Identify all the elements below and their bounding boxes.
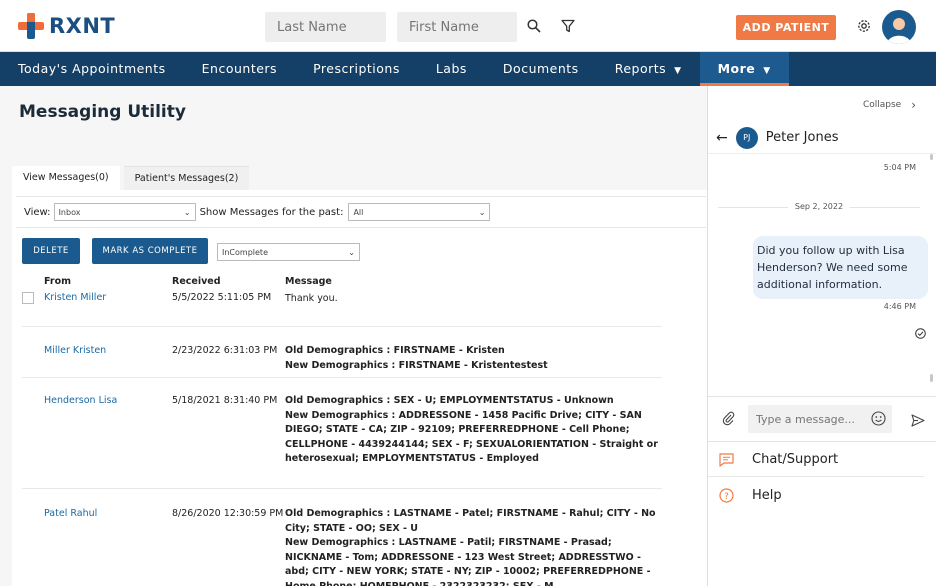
- tab-patients-messages[interactable]: Patient's Messages(2): [123, 166, 250, 190]
- emoji-icon[interactable]: [871, 411, 886, 430]
- back-arrow-icon[interactable]: ←: [716, 130, 728, 146]
- message-composer: [708, 396, 936, 442]
- chat-scrollbar[interactable]: [930, 154, 933, 160]
- chevron-right-icon: ›: [911, 98, 916, 112]
- nav-encounters[interactable]: Encounters: [184, 52, 295, 86]
- bubble-time: 4:46 PM: [883, 302, 916, 311]
- help-label: Help: [752, 487, 782, 503]
- row-message: Old Demographics : SEX - U; EMPLOYMENTST…: [285, 395, 658, 464]
- row-message: Old Demographics : LASTNAME - Patel; FIR…: [285, 508, 656, 586]
- row-received: 5/18/2021 8:31:40 PM: [172, 395, 278, 406]
- nav-label: Encounters: [201, 61, 278, 76]
- chat-scrollbar-bottom[interactable]: [930, 374, 933, 382]
- logo-cross-icon: [18, 13, 44, 39]
- nav-label: Documents: [502, 61, 579, 76]
- nav-prescriptions[interactable]: Prescriptions: [295, 52, 418, 86]
- contact-name: Peter Jones: [765, 130, 839, 145]
- add-patient-button[interactable]: ADD PATIENT: [736, 15, 836, 40]
- col-from: From: [44, 276, 71, 287]
- nav-labs[interactable]: Labs: [418, 52, 485, 86]
- app-header: RXNT ADD PATIENT: [0, 0, 936, 52]
- user-avatar[interactable]: [882, 10, 916, 44]
- tab-view-messages[interactable]: View Messages(0): [12, 166, 120, 190]
- chat-support-link[interactable]: Chat/Support: [708, 443, 924, 477]
- nav-reports[interactable]: Reports ▼: [597, 52, 700, 86]
- chevron-down-icon: ▼: [674, 66, 682, 76]
- help-link[interactable]: ? Help: [708, 478, 936, 512]
- svg-text:?: ?: [724, 492, 729, 502]
- row-message: Old Demographics : FIRSTNAME - Kristen N…: [285, 345, 548, 371]
- collapse-button[interactable]: Collapse ›: [863, 98, 916, 112]
- first-name-input[interactable]: [397, 12, 517, 42]
- gear-icon[interactable]: [853, 15, 875, 37]
- view-select-value: Inbox: [58, 207, 81, 217]
- filter-row: View: Inbox ⌄ Show Messages for the past…: [16, 196, 706, 228]
- chevron-down-icon: ▼: [763, 66, 771, 76]
- row-received: 5/5/2022 5:11:05 PM: [172, 292, 272, 303]
- chevron-down-icon: ⌄: [183, 207, 191, 217]
- row-from[interactable]: Patel Rahul: [44, 508, 97, 519]
- row-received: 2/23/2022 6:31:03 PM: [172, 345, 278, 356]
- chat-support-label: Chat/Support: [752, 452, 839, 467]
- chevron-down-icon: ⌄: [348, 247, 355, 257]
- filter-icon[interactable]: [557, 15, 579, 37]
- paperclip-icon[interactable]: [722, 411, 735, 430]
- row-from[interactable]: Miller Kristen: [44, 345, 106, 356]
- date-separator: Sep 2, 2022: [708, 202, 930, 211]
- help-icon: ?: [718, 487, 734, 503]
- status-select-value: InComplete: [222, 247, 268, 257]
- row-from[interactable]: Kristen Miller: [44, 292, 106, 303]
- nav-todays-appointments[interactable]: Today's Appointments: [0, 52, 184, 86]
- view-select[interactable]: Inbox ⌄: [53, 203, 196, 221]
- table-row[interactable]: Kristen Miller 5/5/2022 5:11:05 PM Thank…: [22, 290, 662, 327]
- collapse-label: Collapse: [862, 100, 902, 110]
- row-from[interactable]: Henderson Lisa: [44, 395, 117, 406]
- table-row[interactable]: Henderson Lisa 5/18/2021 8:31:40 PM Old …: [22, 378, 662, 489]
- chat-panel: Collapse › ← PJ Peter Jones 5:04 PM Sep …: [707, 86, 936, 586]
- show-messages-label: Show Messages for the past:: [199, 206, 344, 218]
- date-separator-label: Sep 2, 2022: [794, 202, 844, 211]
- logo-text: RXNT: [49, 14, 116, 38]
- read-check-icon: [915, 324, 926, 343]
- col-received: Received: [172, 276, 221, 287]
- main-content: Messaging Utility View Messages(0) Patie…: [0, 86, 707, 586]
- send-icon[interactable]: [911, 412, 925, 431]
- message-time: 5:04 PM: [883, 163, 916, 172]
- delete-button[interactable]: DELETE: [22, 238, 80, 264]
- view-label: View:: [24, 206, 51, 218]
- chat-header: ← PJ Peter Jones: [708, 122, 936, 154]
- rxnt-logo[interactable]: RXNT: [18, 13, 115, 39]
- nav-documents[interactable]: Documents: [485, 52, 597, 86]
- nav-label: Labs: [435, 61, 467, 76]
- search-icon[interactable]: [523, 15, 545, 37]
- nav-label: More: [717, 61, 756, 76]
- nav-label: Prescriptions: [313, 61, 400, 76]
- chevron-down-icon: ⌄: [478, 207, 486, 217]
- nav-label: Today's Appointments: [18, 61, 166, 76]
- main-nav: Today's Appointments Encounters Prescrip…: [0, 52, 936, 86]
- page-title: Messaging Utility: [19, 102, 186, 122]
- col-message: Message: [285, 276, 332, 287]
- mark-complete-button[interactable]: MARK AS COMPLETE: [92, 238, 208, 264]
- nav-label: Reports: [614, 61, 667, 76]
- status-select[interactable]: InComplete ⌄: [217, 243, 360, 261]
- show-select-value: All: [353, 207, 364, 217]
- nav-more[interactable]: More ▼: [699, 52, 789, 86]
- messages-panel: View: Inbox ⌄ Show Messages for the past…: [12, 190, 707, 586]
- chat-bubble-icon: [718, 452, 734, 468]
- row-received: 8/26/2020 12:30:59 PM: [172, 508, 284, 519]
- chat-bubble: Did you follow up with Lisa Henderson? W…: [753, 236, 928, 299]
- show-messages-select[interactable]: All ⌄: [348, 203, 491, 221]
- row-message: Thank you.: [285, 293, 338, 304]
- last-name-input[interactable]: [265, 12, 386, 42]
- table-row[interactable]: Patel Rahul 8/26/2020 12:30:59 PM Old De…: [22, 489, 662, 586]
- row-checkbox[interactable]: [22, 292, 34, 304]
- table-row[interactable]: Miller Kristen 2/23/2022 6:31:03 PM Old …: [22, 327, 662, 378]
- message-tabs: View Messages(0) Patient's Messages(2): [12, 166, 250, 190]
- contact-avatar: PJ: [735, 126, 758, 149]
